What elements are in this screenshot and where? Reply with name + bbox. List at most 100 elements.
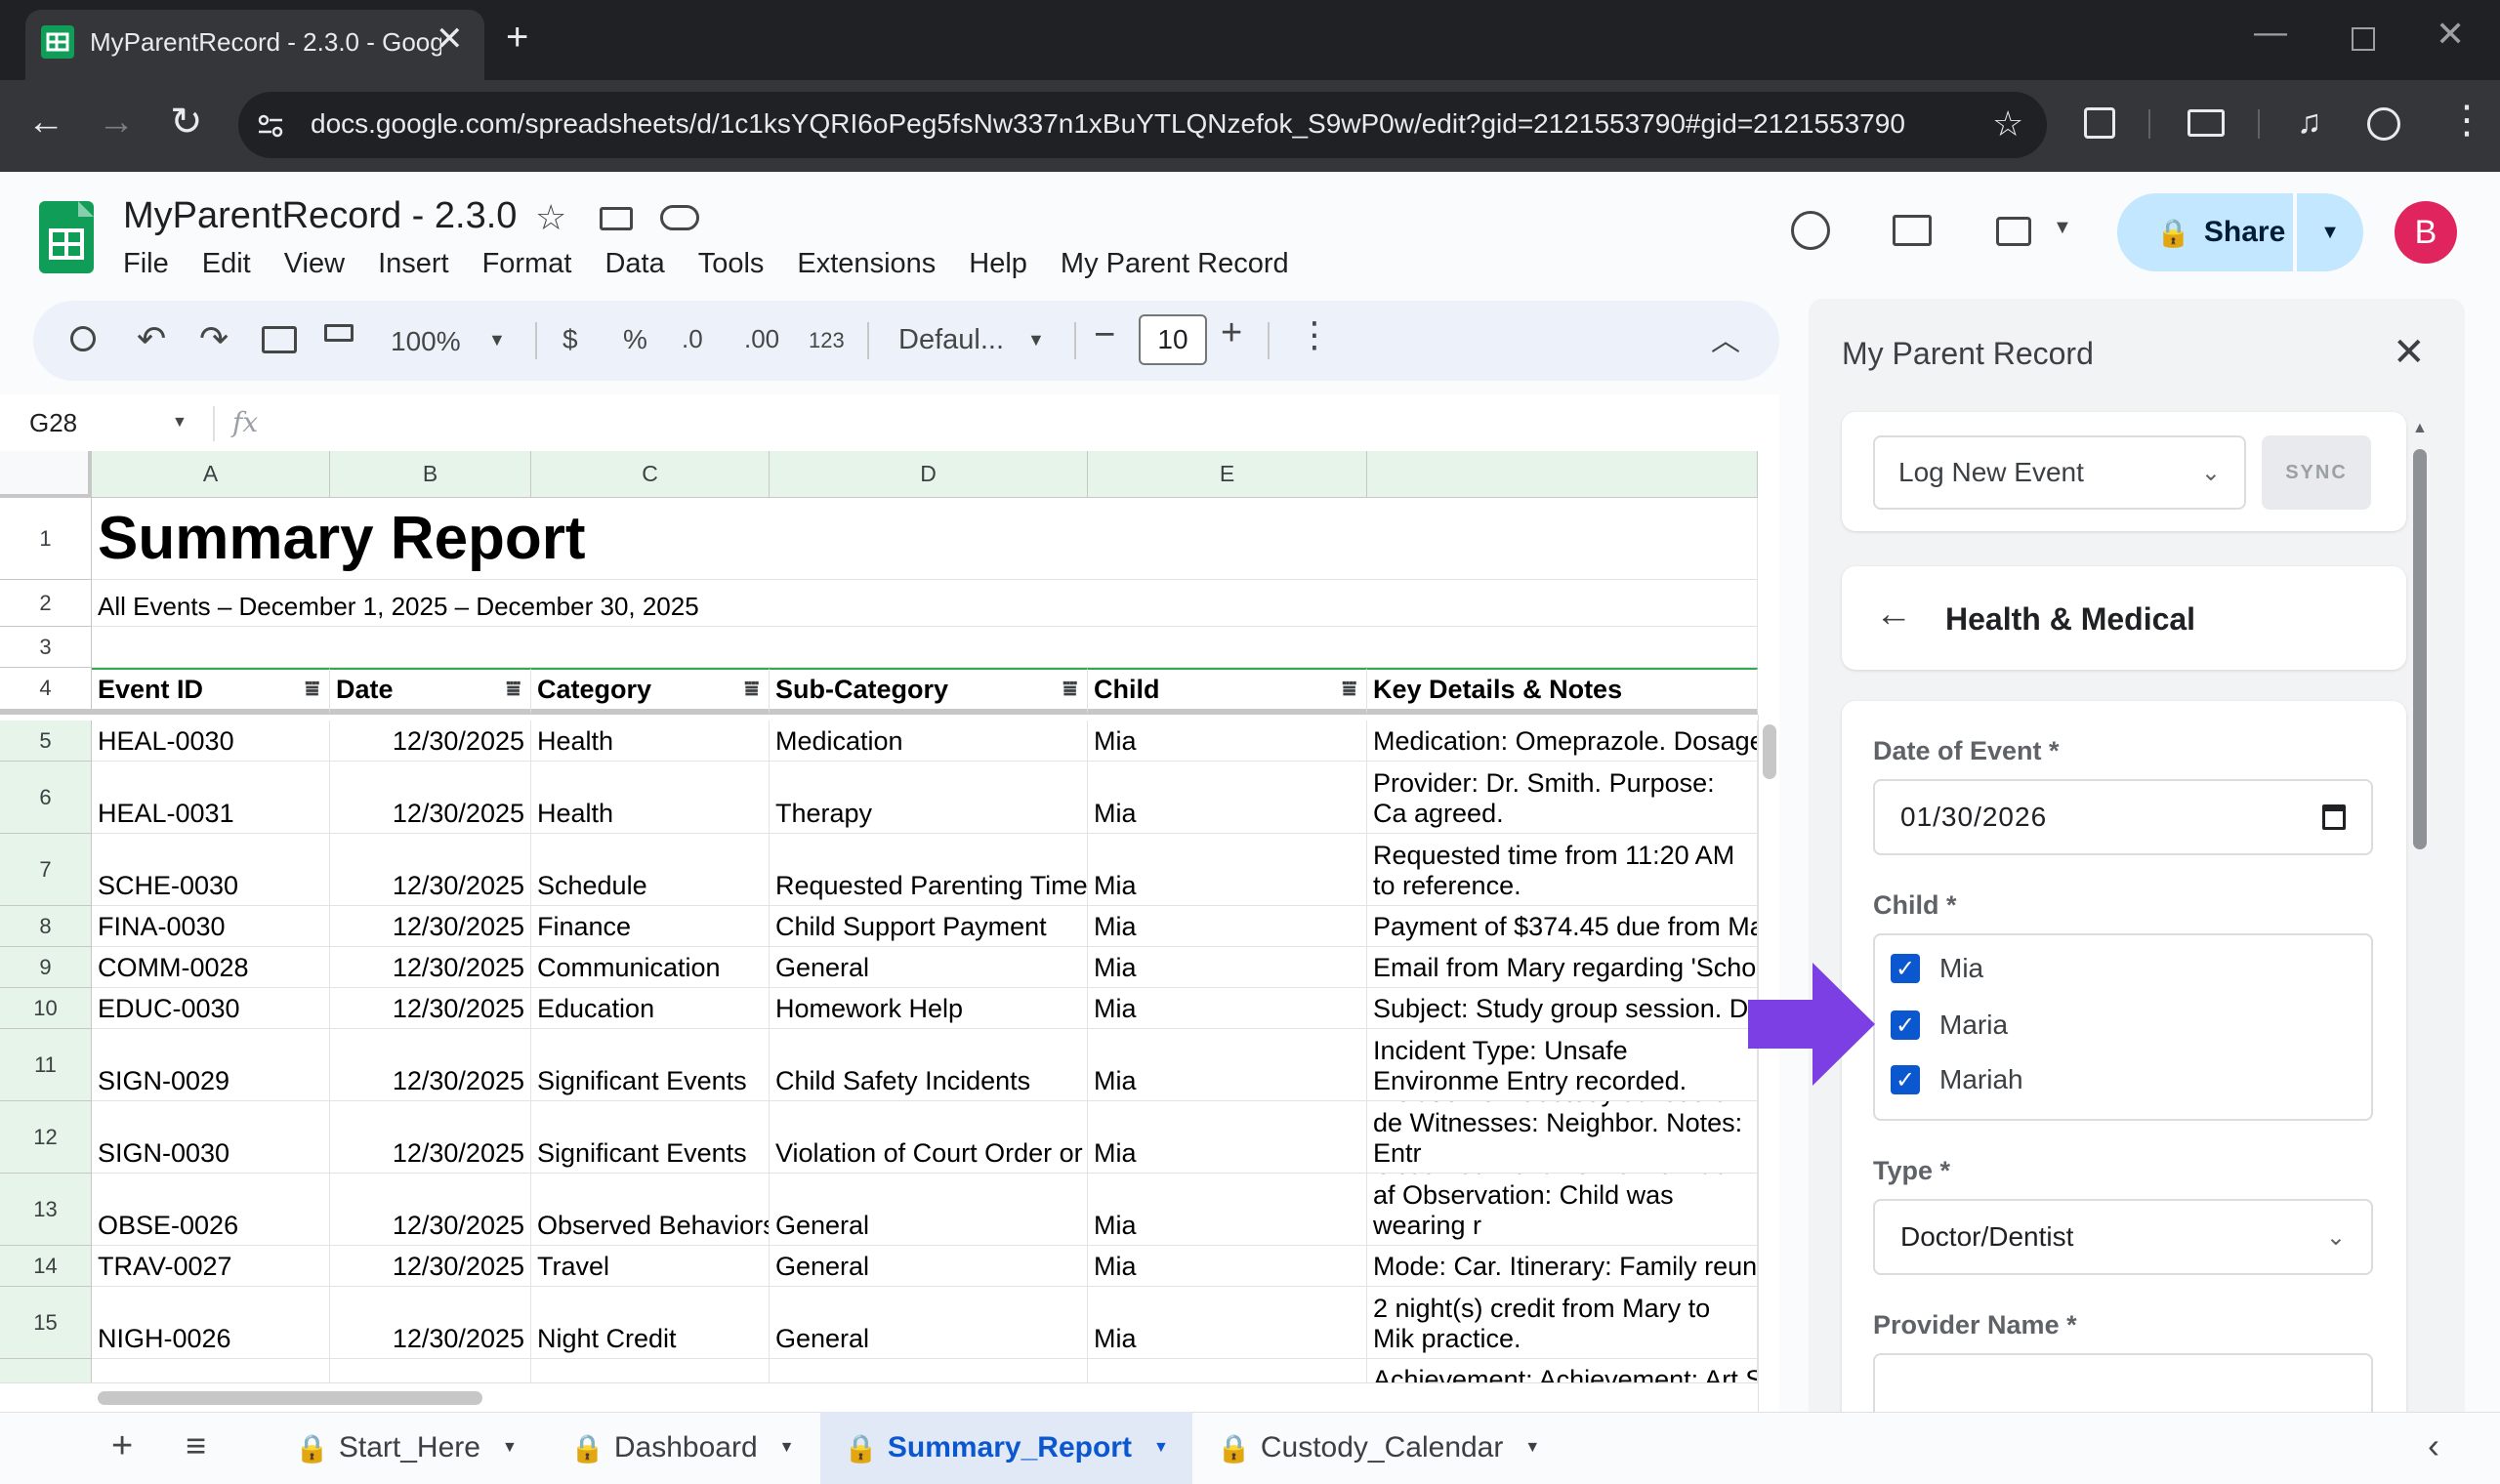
filter-icon[interactable]: ⩸ [744, 676, 759, 703]
table-cell-cat[interactable]: Health [531, 721, 770, 762]
redo-icon[interactable]: ↷ [199, 318, 229, 359]
row-header-2[interactable]: 2 [0, 580, 92, 627]
move-folder-icon[interactable] [600, 207, 633, 230]
table-cell-notes[interactable]: Payment of $374.45 due from Ma [1367, 906, 1758, 947]
font-select[interactable]: Defaul... [898, 324, 1004, 356]
menu-edit[interactable]: Edit [202, 248, 251, 280]
sheet-tab-summary-report[interactable]: 🔒 Summary_Report ▼ [820, 1412, 1192, 1484]
percent-format-button[interactable]: % [623, 324, 647, 355]
table-cell-date[interactable]: 12/30/2025 [330, 906, 531, 947]
column-header-c[interactable]: C [531, 451, 770, 498]
row-header[interactable]: 7 [0, 834, 92, 906]
table-cell-id[interactable]: NIGH-0026 [92, 1287, 330, 1359]
table-cell-child[interactable]: Mia [1088, 947, 1367, 988]
star-icon[interactable]: ☆ [535, 197, 566, 238]
table-cell-sub[interactable]: General [770, 947, 1088, 988]
horizontal-scroll-thumb[interactable] [98, 1391, 482, 1405]
table-cell-date[interactable]: 12/30/2025 [330, 988, 531, 1029]
profile-icon[interactable] [2367, 107, 2400, 141]
header-notes[interactable]: Key Details & Notes [1367, 668, 1758, 715]
checkbox-checked-icon[interactable]: ✓ [1891, 954, 1920, 983]
row-header[interactable]: 12 [0, 1101, 92, 1174]
provider-input[interactable] [1873, 1353, 2373, 1412]
table-cell-cat[interactable]: Observed Behaviors [531, 1174, 770, 1246]
tab-menu-icon[interactable]: ▼ [1153, 1439, 1169, 1457]
report-title[interactable]: Summary Report [92, 498, 1758, 580]
menu-tools[interactable]: Tools [698, 248, 765, 280]
zoom-dropdown-icon[interactable]: ▼ [488, 330, 506, 350]
table-cell-cat[interactable]: Travel [531, 1246, 770, 1287]
header-sub-category[interactable]: Sub-Category ⩸ [770, 668, 1088, 715]
table-cell-notes[interactable]: Requested time from 11:20 AM to referenc… [1367, 834, 1758, 906]
table-cell-notes[interactable]: Violation of: Custody schedule de Witnes… [1367, 1101, 1758, 1174]
table-cell-sub[interactable]: Requested Parenting Time [770, 834, 1088, 906]
extensions-icon[interactable] [2084, 107, 2115, 139]
table-cell-date[interactable]: 12/30/2025 [330, 1287, 531, 1359]
media-controls-icon[interactable]: ♫ [2297, 103, 2322, 142]
back-arrow-icon[interactable]: ← [1875, 594, 1912, 636]
table-cell-id[interactable]: OBSE-0026 [92, 1174, 330, 1246]
column-header-f[interactable] [1367, 451, 1758, 498]
table-cell-date[interactable]: 12/30/2025 [330, 834, 531, 906]
name-box-dropdown-icon[interactable]: ▼ [172, 414, 188, 432]
row-header[interactable]: 9 [0, 947, 92, 988]
table-cell-notes[interactable]: Incident Type: Unsafe Environme Entry re… [1367, 1029, 1758, 1101]
minimize-icon[interactable]: — [2254, 14, 2287, 52]
menu-insert[interactable]: Insert [378, 248, 449, 280]
table-cell-date[interactable]: 12/30/2025 [330, 947, 531, 988]
type-select[interactable]: Doctor/Dentist ⌄ [1873, 1199, 2373, 1275]
collapse-side-panel-icon[interactable]: ‹ [2428, 1425, 2439, 1466]
row-header[interactable]: 13 [0, 1174, 92, 1246]
table-cell-cat[interactable]: Significant Events [531, 1101, 770, 1174]
row-header[interactable]: 15 [0, 1287, 92, 1359]
child-option-maria[interactable]: ✓ Maria [1891, 1010, 2008, 1041]
table-cell-notes[interactable]: Medication: Omeprazole. Dosage [1367, 721, 1758, 762]
row-header[interactable]: 10 [0, 988, 92, 1029]
sheet-tab-custody-calendar[interactable]: 🔒 Custody_Calendar ▼ [1193, 1412, 1563, 1484]
filter-icon[interactable]: ⩸ [305, 676, 319, 703]
vertical-scroll-thumb[interactable] [1763, 724, 1776, 779]
all-sheets-icon[interactable]: ≡ [186, 1425, 206, 1466]
column-header-a[interactable]: A [92, 451, 330, 498]
more-options-icon[interactable]: ⋮ [1297, 314, 1332, 355]
row-header[interactable]: 6 [0, 762, 92, 834]
checkbox-checked-icon[interactable]: ✓ [1891, 1065, 1920, 1094]
header-child[interactable]: Child ⩸ [1088, 668, 1367, 715]
currency-format-button[interactable]: $ [562, 324, 578, 355]
site-info-icon[interactable] [256, 111, 285, 141]
table-cell-date[interactable]: 12/30/2025 [330, 1029, 531, 1101]
table-cell-child[interactable]: Mia [1088, 834, 1367, 906]
table-cell-cat[interactable]: Health [531, 762, 770, 834]
scroll-up-icon[interactable]: ▲ [2412, 420, 2428, 437]
table-cell-date[interactable]: 12/30/2025 [330, 762, 531, 834]
sync-button[interactable]: SYNC [2262, 435, 2371, 510]
paint-format-icon[interactable] [324, 324, 354, 342]
table-cell-notes[interactable]: Provider: Dr. Smith. Purpose: Ca agreed. [1367, 762, 1758, 834]
table-cell-cat[interactable]: Finance [531, 906, 770, 947]
bookmark-star-icon[interactable]: ☆ [1992, 103, 2023, 144]
table-cell-date[interactable]: 12/30/2025 [330, 1246, 531, 1287]
table-cell-id[interactable]: HEAL-0030 [92, 721, 330, 762]
select-all-corner[interactable] [0, 451, 92, 498]
comments-icon[interactable] [1893, 215, 1932, 246]
row-header-4[interactable]: 4 [0, 668, 92, 715]
decrease-decimal-button[interactable]: .0 [682, 324, 703, 354]
spreadsheet-grid[interactable]: A B C D E 1 Summary Report 2 All Events … [0, 451, 1779, 1427]
increase-font-size-button[interactable]: + [1221, 312, 1242, 354]
table-cell-child[interactable]: Mia [1088, 1174, 1367, 1246]
column-header-d[interactable]: D [770, 451, 1088, 498]
table-cell-child[interactable]: Mia [1088, 1101, 1367, 1174]
undo-icon[interactable]: ↶ [137, 318, 166, 359]
table-cell-notes[interactable]: Observed Behavior: Child was af Observat… [1367, 1174, 1758, 1246]
row-header-1[interactable]: 1 [0, 498, 92, 580]
browser-menu-icon[interactable]: ⋮ [2447, 98, 2486, 143]
menu-file[interactable]: File [123, 248, 169, 280]
table-cell-child[interactable]: Mia [1088, 721, 1367, 762]
table-cell-date[interactable]: 12/30/2025 [330, 1101, 531, 1174]
more-formats-button[interactable]: 123 [809, 328, 845, 353]
meet-video-icon[interactable] [1996, 217, 2031, 246]
sidebar-scrollbar[interactable]: ▲ [2410, 420, 2430, 1412]
table-cell-cat[interactable]: Communication [531, 947, 770, 988]
table-cell-sub[interactable]: Violation of Court Order or [770, 1101, 1088, 1174]
table-cell-cat[interactable]: Schedule [531, 834, 770, 906]
